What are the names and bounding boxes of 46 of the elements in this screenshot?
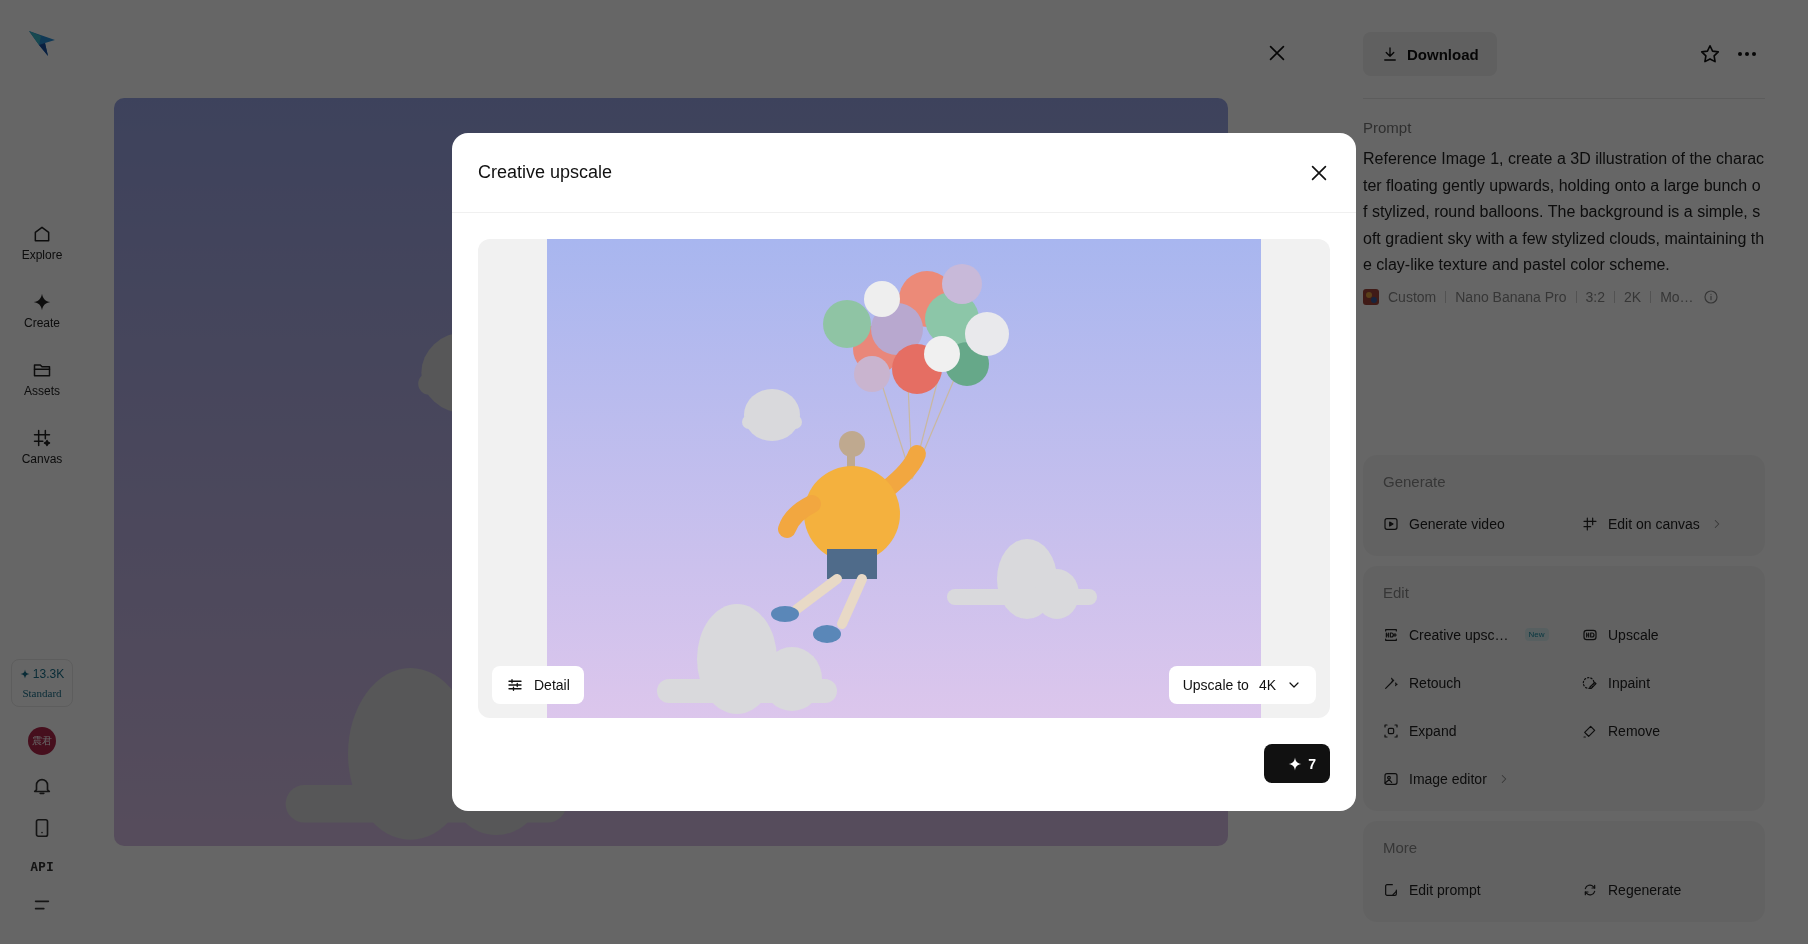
home-icon [32,224,52,244]
canvas-icon [1582,515,1598,532]
sparkle-icon [19,669,30,679]
nav-item[interactable]: Explore [21,224,63,262]
canvas-icon [32,428,52,448]
detail-button[interactable]: Detail [492,666,584,704]
action-item[interactable]: Retouch [1383,658,1462,707]
action-item[interactable]: Edit on canvas [1582,499,1724,548]
prompt-text: Reference Image 1, create a 3D illustration of the character floating gently upwards, holding onto a large bunch of stylized, round balloons. The background is a simple, soft gradient sky with a few stylized clouds, maintaining the clay-like texture and pastel color scheme. [1363,149,1765,275]
download-button[interactable]: Download [1363,32,1497,76]
credits-card[interactable]: 13.3K Standard [10,659,74,707]
image-edit-icon [1383,770,1399,787]
action-item[interactable]: Regenerate [1582,865,1682,914]
star-icon [1699,43,1721,65]
sliders-icon [506,676,524,694]
action-item[interactable]: Generate video [1383,499,1505,548]
credits-amount: 13.3K [19,667,65,681]
more-icon [1737,51,1757,57]
edit-icon [1383,881,1399,898]
thumbnail-icon [1363,288,1379,305]
play-icon [1383,515,1399,532]
sparkle-icon [32,292,52,312]
refresh-icon [1582,881,1598,898]
action-item[interactable]: Upscale [1582,610,1659,659]
expand-icon [1383,722,1399,739]
nav-item[interactable]: Create [24,292,60,330]
action-item[interactable]: Edit prompt [1383,865,1481,914]
action-item[interactable]: Inpaint [1582,658,1651,707]
action-item[interactable]: Image editor [1383,754,1511,803]
hd-plus-icon [1383,626,1399,643]
nav-item[interactable]: Assets [24,360,60,398]
new-badge: New [1524,628,1549,641]
plan-label: Standard [22,687,62,699]
dialog-title: Creative upscale [478,162,613,183]
action-item[interactable]: Creative upsc… New [1383,610,1549,659]
action-item[interactable]: Remove [1582,706,1661,755]
api-link[interactable]: API [30,859,54,874]
info-icon [1702,288,1719,305]
generate-button[interactable]: 7 [1264,744,1330,783]
avatar[interactable]: 震君 [28,727,56,755]
logo-icon[interactable] [27,28,57,58]
action-item[interactable]: Expand [1383,706,1457,755]
inpaint-icon [1582,674,1598,691]
nav-item[interactable]: Canvas [21,428,63,466]
download-icon [1381,45,1399,63]
upscale-dropdown[interactable]: Upscale to 4K [1168,666,1316,704]
